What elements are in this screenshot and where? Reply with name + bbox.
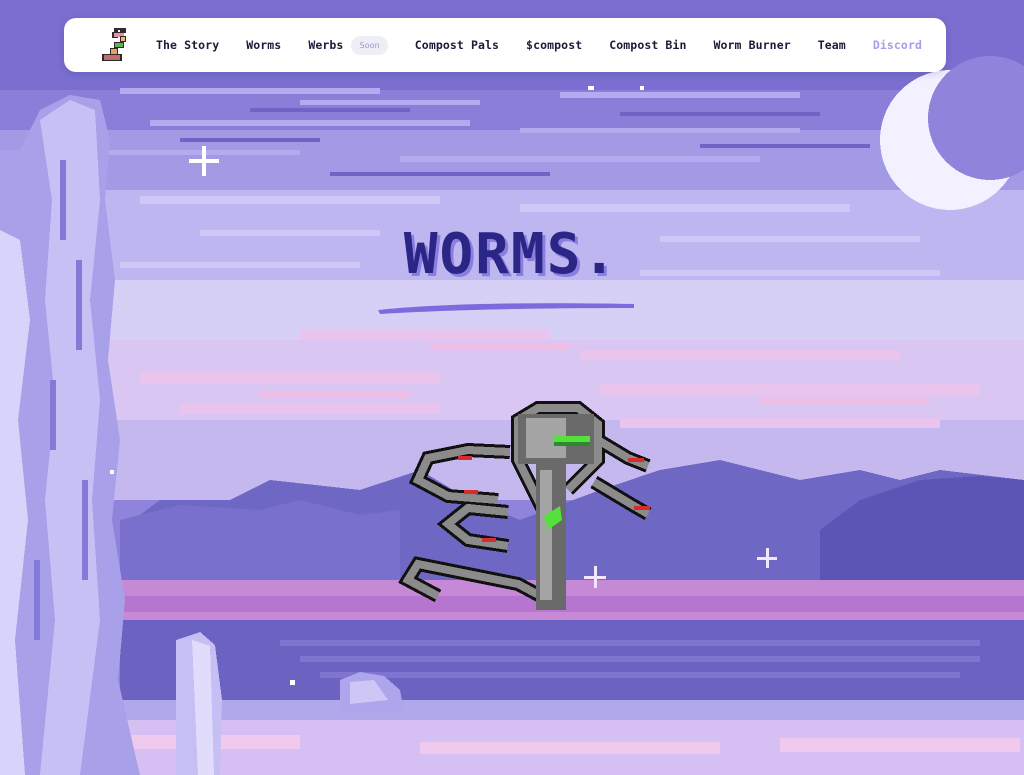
scene: The Story Worms Werbs Soon Compost Pals …: [0, 0, 1024, 775]
nav-link-discord[interactable]: Discord: [873, 38, 922, 52]
nav-link-compost-bin[interactable]: Compost Bin: [609, 38, 686, 52]
soon-badge: Soon: [351, 35, 388, 55]
pixel-landscape-background: [0, 0, 1024, 775]
worm-character-illustration: [398, 401, 652, 610]
top-navbar: The Story Worms Werbs Soon Compost Pals …: [64, 18, 946, 72]
nav-group-werbs: Werbs Soon: [308, 35, 388, 55]
nav-link-team[interactable]: Team: [818, 38, 846, 52]
nav-link-werbs[interactable]: Werbs: [308, 38, 343, 52]
nav-link-worm-burner[interactable]: Worm Burner: [713, 38, 790, 52]
worm-logo-icon[interactable]: [100, 26, 136, 64]
nav-link-compost-pals[interactable]: Compost Pals: [415, 38, 499, 52]
page-title: WORMS.: [403, 222, 619, 287]
nav-link-the-story[interactable]: The Story: [156, 38, 219, 52]
nav-link-compost-token[interactable]: $compost: [526, 38, 582, 52]
nav-link-worms[interactable]: Worms: [246, 38, 281, 52]
title-underline: [378, 303, 634, 314]
